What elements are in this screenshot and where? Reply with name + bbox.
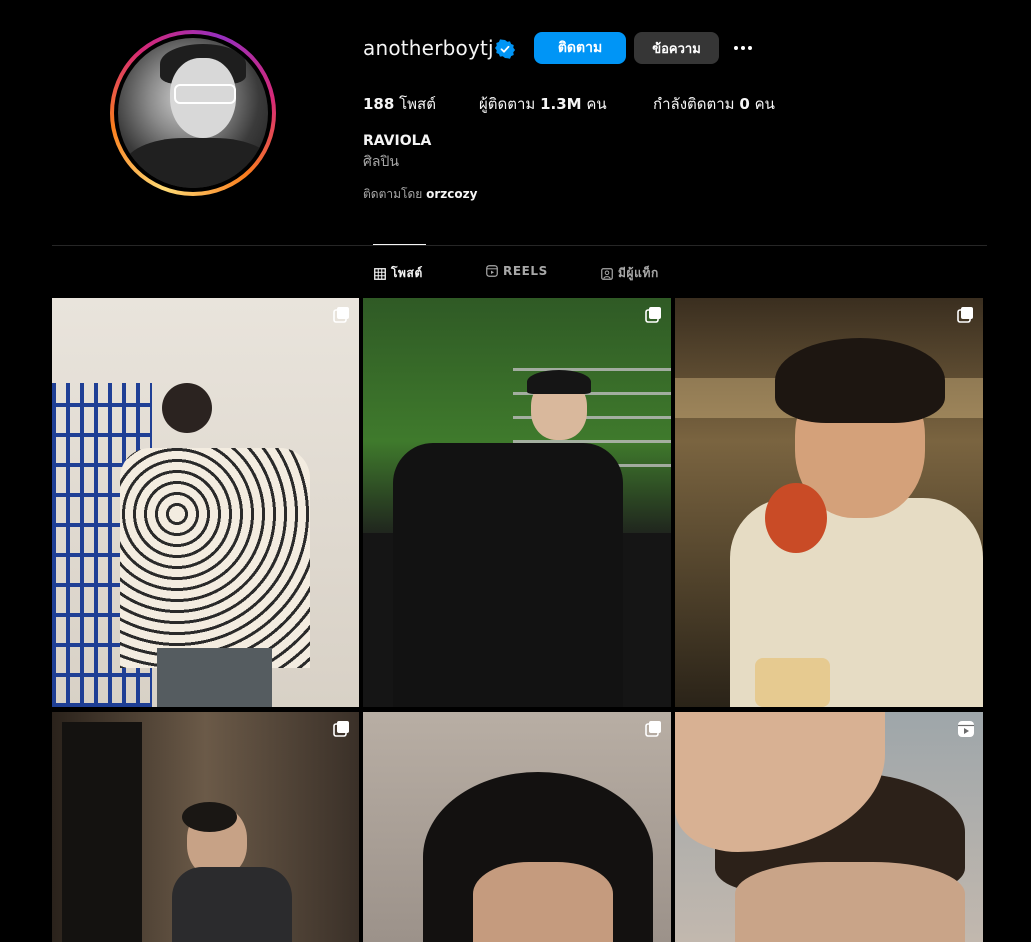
tab-reels[interactable]: REELS [486,264,548,278]
verified-badge-icon [495,39,515,59]
carousel-icon [957,307,973,323]
subject-head [162,383,212,433]
avatar-shoulders [124,138,268,188]
following-count: 0 [739,95,750,113]
post-tile[interactable] [363,712,671,942]
reel-icon [958,721,974,737]
dot [734,46,738,50]
post-tile[interactable] [675,712,983,942]
following-label: กำลังติดตาม [653,95,735,113]
active-tab-indicator [373,244,426,245]
floral-shirt [120,448,310,668]
tabs-divider [52,245,987,246]
subject-hair [527,370,591,394]
dot [741,46,745,50]
followed-by: ติดตามโดย orzcozy [363,185,477,204]
subject-hair [182,802,237,832]
display-name: RAVIOLA [363,133,432,149]
followers-stat[interactable]: ผู้ติดตาม 1.3M คน [479,92,607,116]
followed-by-user-link[interactable]: orzcozy [426,187,477,201]
username: anotherboytj [363,36,494,60]
subject-forehead [473,862,613,942]
posts-label: โพสต์ [399,95,436,113]
black-outfit [393,443,623,707]
message-button[interactable]: ข้อความ [634,32,719,64]
following-stat[interactable]: กำลังติดตาม 0 คน [653,92,775,116]
tomato [765,483,827,553]
followers-count: 1.3M [540,95,582,113]
post-tile[interactable] [52,712,359,942]
avatar-glasses [174,84,236,104]
tab-tagged-label: มีผู้แท็ก [618,266,659,280]
reels-icon [486,265,498,277]
doorway [62,722,142,942]
posts-stat: 188 โพสต์ [363,92,436,116]
subject-hair [775,338,945,423]
post-tile[interactable] [363,298,671,707]
followers-unit: คน [586,95,607,113]
carousel-icon [333,721,349,737]
tab-reels-label: REELS [503,264,548,278]
followers-label: ผู้ติดตาม [479,95,536,113]
carousel-icon [333,307,349,323]
posts-count: 188 [363,95,395,113]
more-options-icon[interactable] [730,36,756,60]
dot [748,46,752,50]
follow-button[interactable]: ติดตาม [534,32,626,64]
tab-posts[interactable]: โพสต์ [374,264,423,283]
profile-category: ศิลปิน [363,154,399,170]
followed-by-label: ติดตามโดย [363,187,423,201]
tab-tagged[interactable]: มีผู้แท็ก [601,264,659,283]
glass [755,658,830,707]
following-unit: คน [754,95,775,113]
jacket [172,867,292,942]
post-tile[interactable] [52,298,359,707]
profile-avatar-ring[interactable] [110,30,276,196]
post-tile[interactable] [675,298,983,707]
subject-face [735,862,965,942]
avatar[interactable] [118,38,268,188]
pants [157,648,272,707]
tagged-icon [601,267,613,280]
grid-icon [374,267,386,280]
carousel-icon [645,307,661,323]
carousel-icon [645,721,661,737]
tab-posts-label: โพสต์ [391,266,423,280]
